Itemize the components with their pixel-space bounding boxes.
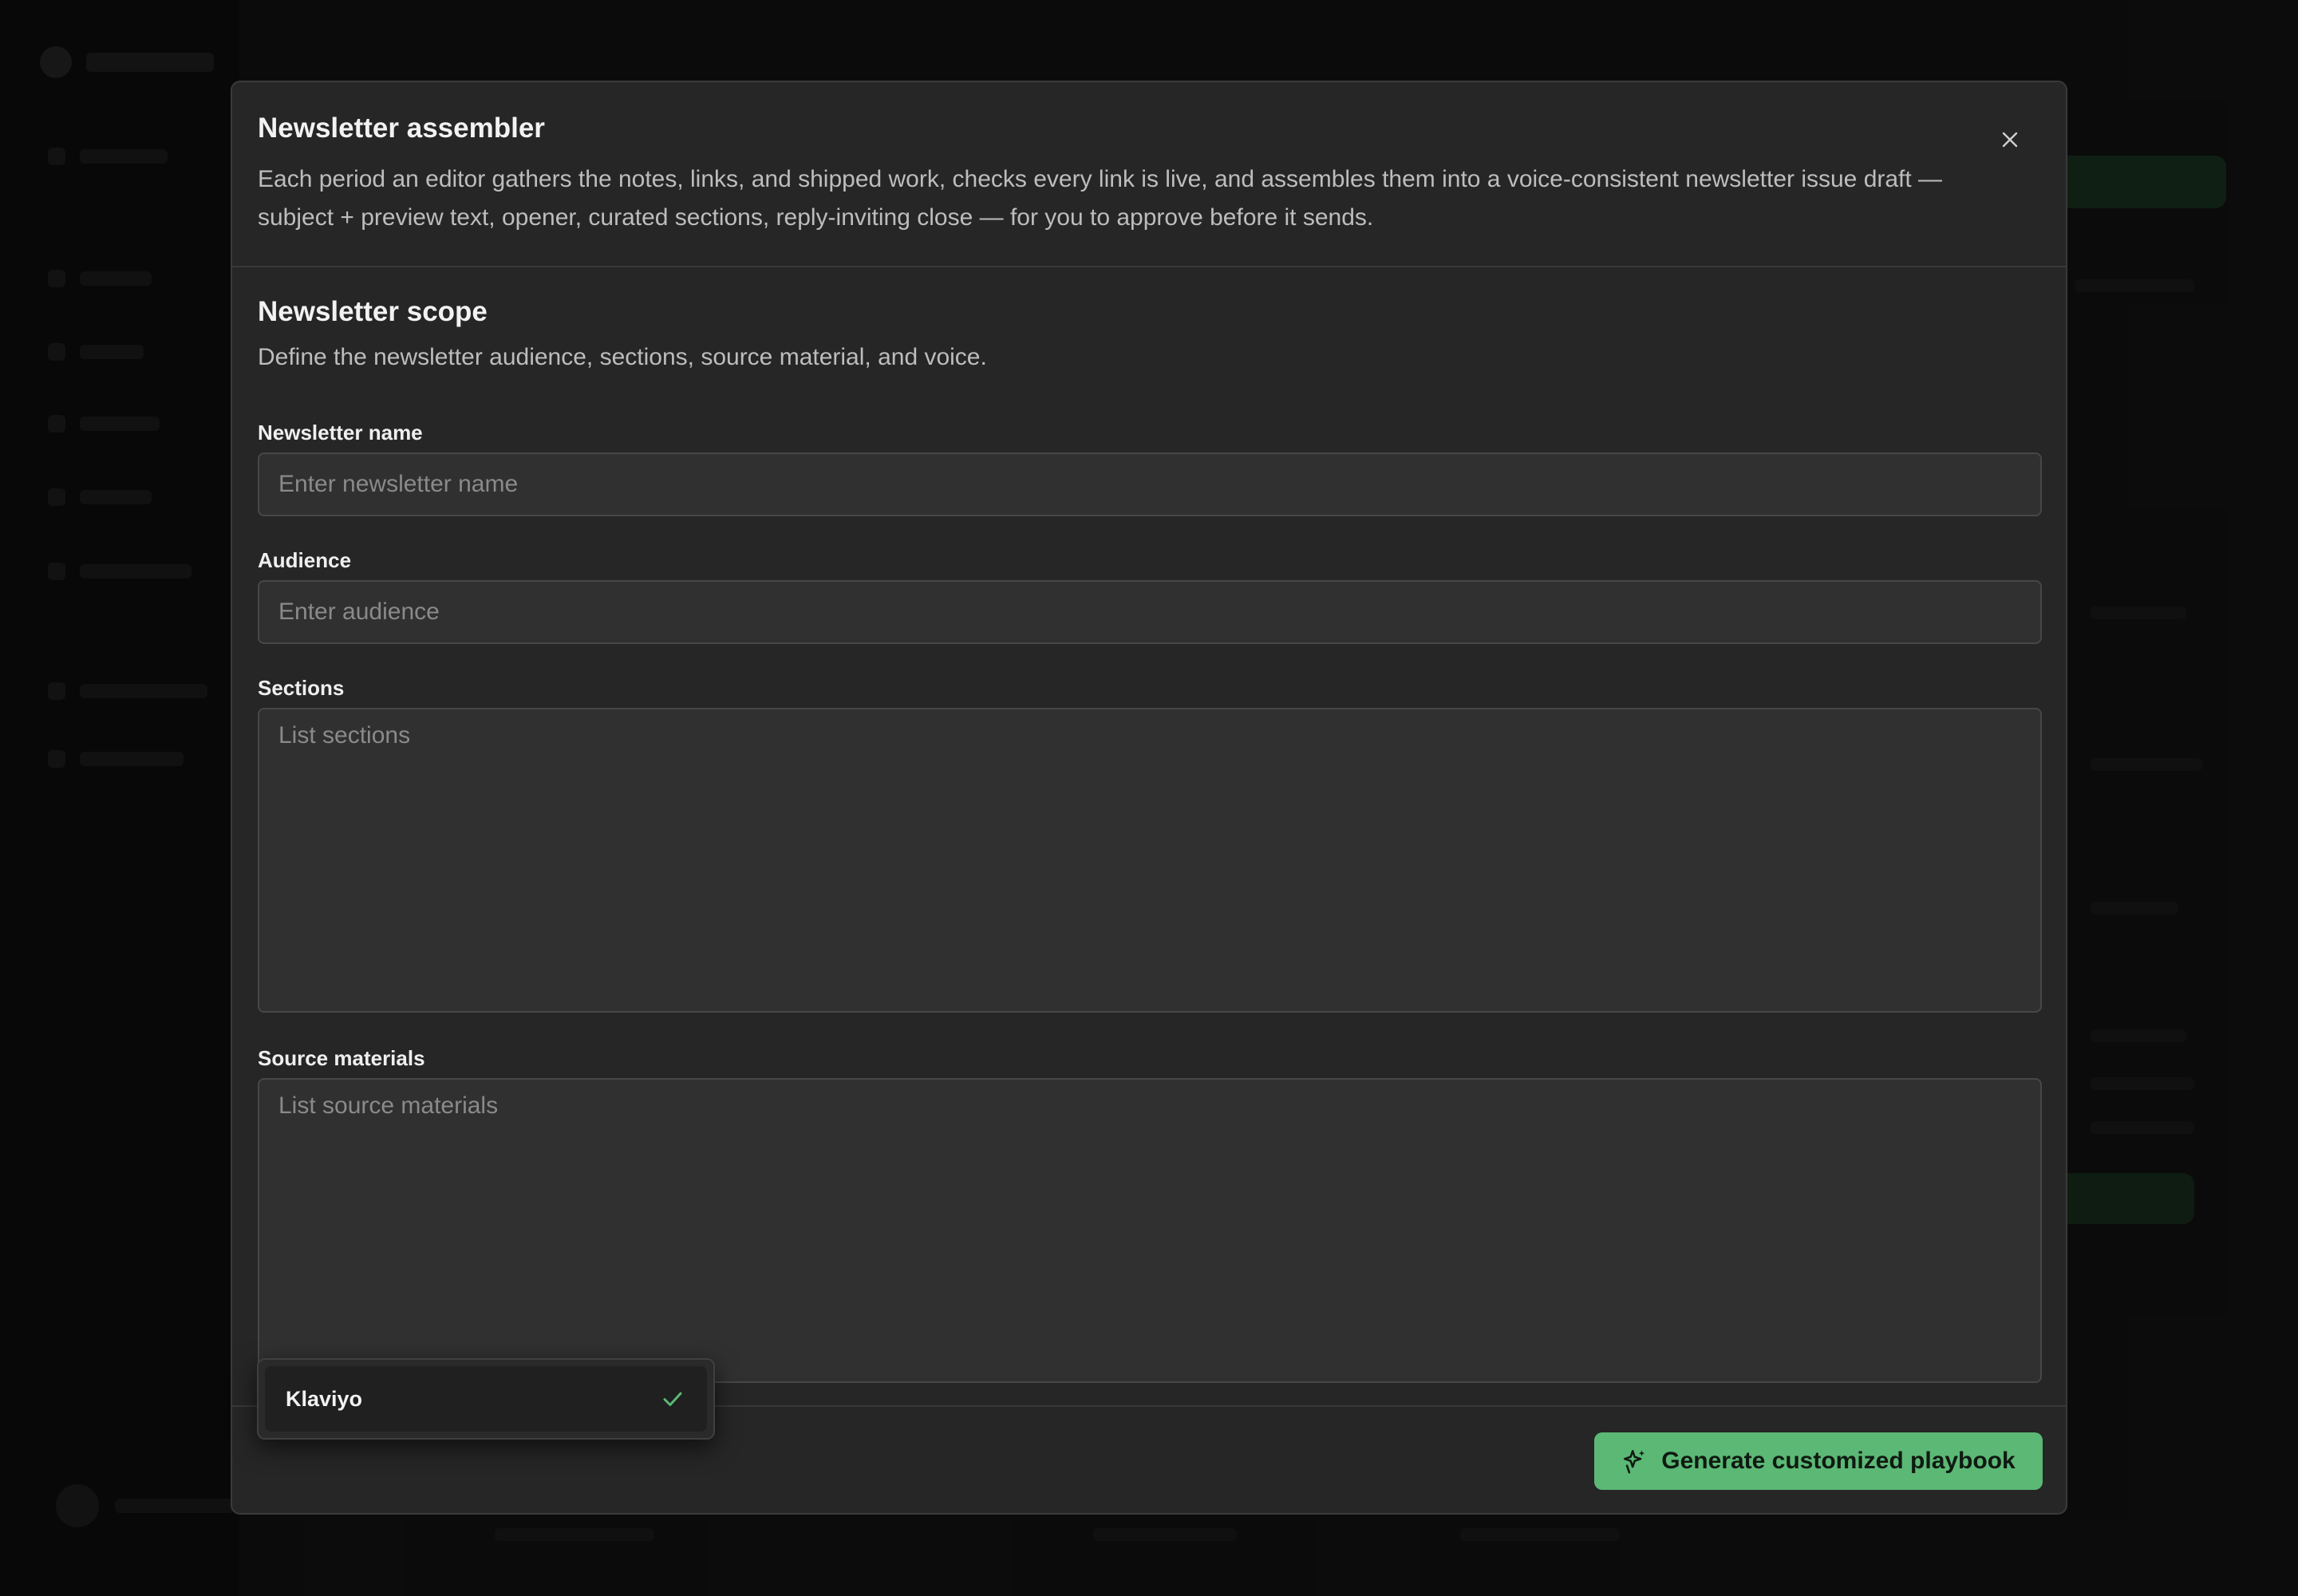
source-materials-textarea[interactable] [258, 1078, 2042, 1383]
dialog-description: Each period an editor gathers the notes,… [258, 166, 1943, 231]
sections-textarea[interactable] [258, 708, 2042, 1013]
sparkles-icon [1624, 1449, 1645, 1474]
dropdown-option-klaviyo[interactable]: Klaviyo [265, 1366, 707, 1432]
section-title: Newsletter scope [258, 296, 488, 327]
platform-dropdown: Klaviyo [257, 1358, 715, 1440]
newsletter-name-input[interactable] [258, 452, 2042, 516]
dropdown-option-label: Klaviyo [286, 1386, 363, 1411]
check-icon [663, 1392, 682, 1406]
dialog-header: Newsletter assembler Each period an edit… [232, 82, 2066, 267]
dialog-title: Newsletter assembler [258, 113, 545, 144]
newsletter-name-label: Newsletter name [258, 421, 423, 444]
audience-label: Audience [258, 548, 352, 572]
generate-playbook-button[interactable]: Generate customized playbook [1594, 1432, 2043, 1490]
generate-playbook-label: Generate customized playbook [1661, 1448, 2016, 1474]
section-description: Define the newsletter audience, sections… [258, 344, 987, 370]
source-materials-label: Source materials [258, 1046, 425, 1070]
sections-label: Sections [258, 676, 345, 700]
audience-input[interactable] [258, 580, 2042, 644]
close-button[interactable] [1988, 117, 2032, 162]
close-icon [2002, 132, 2018, 148]
newsletter-assembler-dialog: Newsletter assembler Each period an edit… [231, 81, 2067, 1515]
